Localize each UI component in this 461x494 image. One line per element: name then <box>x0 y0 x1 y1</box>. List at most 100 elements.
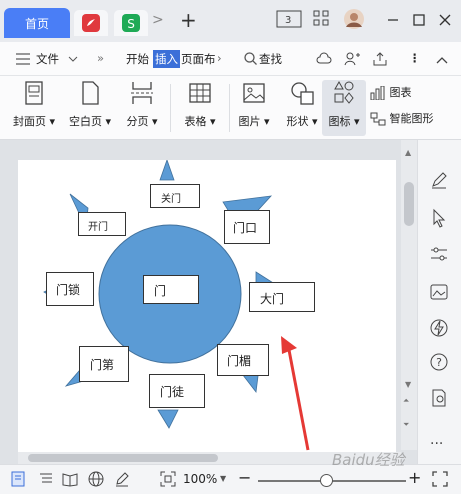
chart-icon <box>370 85 385 101</box>
new-tab-button[interactable]: + <box>180 8 197 32</box>
read-mode-icon[interactable] <box>62 471 78 487</box>
page-break-icon <box>131 82 153 104</box>
table-button[interactable]: 表格 ▾ <box>174 80 226 136</box>
minimize-icon[interactable] <box>387 14 399 26</box>
icon-label: 图标 <box>328 115 351 128</box>
page-view-icon[interactable] <box>10 471 26 487</box>
text-box-bottom-right[interactable]: 门楣 <box>217 344 269 376</box>
label-right: 大门 <box>260 292 285 306</box>
menu-file[interactable]: 文件 <box>36 51 59 67</box>
text-box-top-left[interactable]: 开门 <box>78 212 126 236</box>
menu-start[interactable]: 开始 <box>126 51 149 67</box>
image-label: 图片 <box>238 115 261 128</box>
text-box-top-right[interactable]: 门口 <box>224 210 270 244</box>
close-icon[interactable] <box>439 14 451 26</box>
pdf-app-icon <box>82 14 100 32</box>
zoom-dropdown-icon[interactable]: ▼ <box>220 474 226 483</box>
smart-art-label: 智能图形 <box>389 112 434 125</box>
edit-pen-icon[interactable] <box>429 170 449 190</box>
zoom-level[interactable]: 100% <box>183 472 217 486</box>
text-box-top[interactable]: 关门 <box>150 184 200 208</box>
chevron-down-icon[interactable] <box>68 55 78 63</box>
text-box-right[interactable]: 大门 <box>249 282 315 312</box>
sun-diagram[interactable] <box>18 160 396 456</box>
image-tools-icon[interactable] <box>429 282 449 302</box>
status-bar: 100% ▼ − + Baidu经验 <box>0 451 461 494</box>
window-layout-icon[interactable]: 3 <box>276 10 302 28</box>
vertical-scroll-thumb[interactable] <box>404 182 414 226</box>
icon-button[interactable]: 图标 ▾ <box>322 80 366 136</box>
text-box-bottom[interactable]: 门徒 <box>149 374 205 408</box>
cloud-sync-icon[interactable] <box>316 52 332 66</box>
tab-home[interactable]: 首页 <box>4 8 70 38</box>
table-icon <box>189 83 211 103</box>
shape-label: 形状 <box>286 115 309 128</box>
image-button[interactable]: 图片 ▾ <box>228 80 280 136</box>
grid-apps-icon[interactable] <box>313 10 329 26</box>
zoom-in-button[interactable]: + <box>408 468 421 487</box>
next-page-icon[interactable]: ⏷ <box>403 420 409 430</box>
cover-page-label: 封面页 <box>12 115 46 128</box>
label-top-right: 门口 <box>233 221 258 235</box>
horizontal-scroll-thumb[interactable] <box>28 454 218 462</box>
icon-library-icon <box>334 80 354 104</box>
tab-home-label: 首页 <box>24 16 49 31</box>
maximize-icon[interactable] <box>413 14 425 26</box>
sun-ray <box>157 409 179 429</box>
avatar[interactable] <box>343 8 365 30</box>
image-icon <box>243 83 265 103</box>
share-icon[interactable] <box>372 51 388 67</box>
menu-bar: 文件 » 开始 插入 页面布 › 查找 ⋮ <box>0 42 461 76</box>
zoom-slider-handle[interactable] <box>320 474 333 487</box>
hamburger-icon[interactable] <box>16 53 30 65</box>
tabs-more-arrow[interactable]: > <box>152 12 164 28</box>
page-break-button[interactable]: 分页 ▾ <box>116 80 168 136</box>
fit-page-icon[interactable] <box>160 471 176 487</box>
more-vertical-icon[interactable]: ⋮ <box>409 51 421 65</box>
document-page[interactable]: 门 关门 开门 门口 门锁 大门 门第 门楣 门徒 <box>18 160 396 456</box>
collapse-ribbon-icon[interactable] <box>436 56 448 64</box>
smart-art-button[interactable]: 智能图形 <box>370 110 434 126</box>
select-cursor-icon[interactable] <box>429 208 449 228</box>
double-chevron-icon[interactable]: » <box>97 51 104 65</box>
lightning-icon[interactable] <box>429 318 449 338</box>
adjust-sliders-icon[interactable] <box>429 244 449 264</box>
blank-page-label: 空白页 <box>68 115 102 128</box>
label-left: 门锁 <box>56 283 81 297</box>
scroll-down-arrow[interactable]: ▼ <box>405 380 411 389</box>
tab-spreadsheet[interactable]: S <box>114 10 148 36</box>
chart-label: 图表 <box>389 86 412 99</box>
text-box-left[interactable]: 门锁 <box>46 272 94 306</box>
blank-page-button[interactable]: 空白页 ▾ <box>64 80 116 136</box>
menu-insert[interactable]: 插入 <box>153 50 180 68</box>
scroll-up-arrow[interactable]: ▲ <box>405 148 411 157</box>
outline-view-icon[interactable] <box>38 471 54 487</box>
search-icon[interactable] <box>244 52 257 65</box>
more-horizontal-icon[interactable]: ··· <box>430 436 443 452</box>
cover-page-icon <box>25 81 43 105</box>
search-label[interactable]: 查找 <box>259 51 282 67</box>
watermark: Baidu经验 <box>332 451 405 469</box>
menu-more-arrow[interactable]: › <box>217 51 222 65</box>
fullscreen-icon[interactable] <box>432 471 448 487</box>
blank-page-icon <box>82 81 99 105</box>
add-user-icon[interactable] <box>344 51 360 67</box>
document-preview-icon[interactable] <box>429 388 449 408</box>
prev-page-icon[interactable]: ⏶ <box>403 396 409 406</box>
center-text-box[interactable]: 门 <box>143 275 199 304</box>
menu-page-layout[interactable]: 页面布 <box>181 51 216 67</box>
sun-ray <box>159 160 175 181</box>
tab-pdf[interactable] <box>74 10 108 36</box>
write-mode-icon[interactable] <box>114 471 130 487</box>
help-icon[interactable]: ? <box>429 352 449 372</box>
web-view-icon[interactable] <box>88 471 104 487</box>
page-break-label: 分页 <box>126 115 149 128</box>
label-top: 关门 <box>161 194 181 205</box>
cover-page-button[interactable]: 封面页 ▾ <box>8 80 60 136</box>
svg-text:S: S <box>127 17 135 31</box>
text-box-bottom-left[interactable]: 门第 <box>79 346 129 382</box>
shape-button[interactable]: 形状 ▾ <box>276 80 328 136</box>
zoom-out-button[interactable]: − <box>238 468 251 487</box>
chart-button[interactable]: 图表 <box>370 84 412 101</box>
table-label: 表格 <box>184 115 207 128</box>
